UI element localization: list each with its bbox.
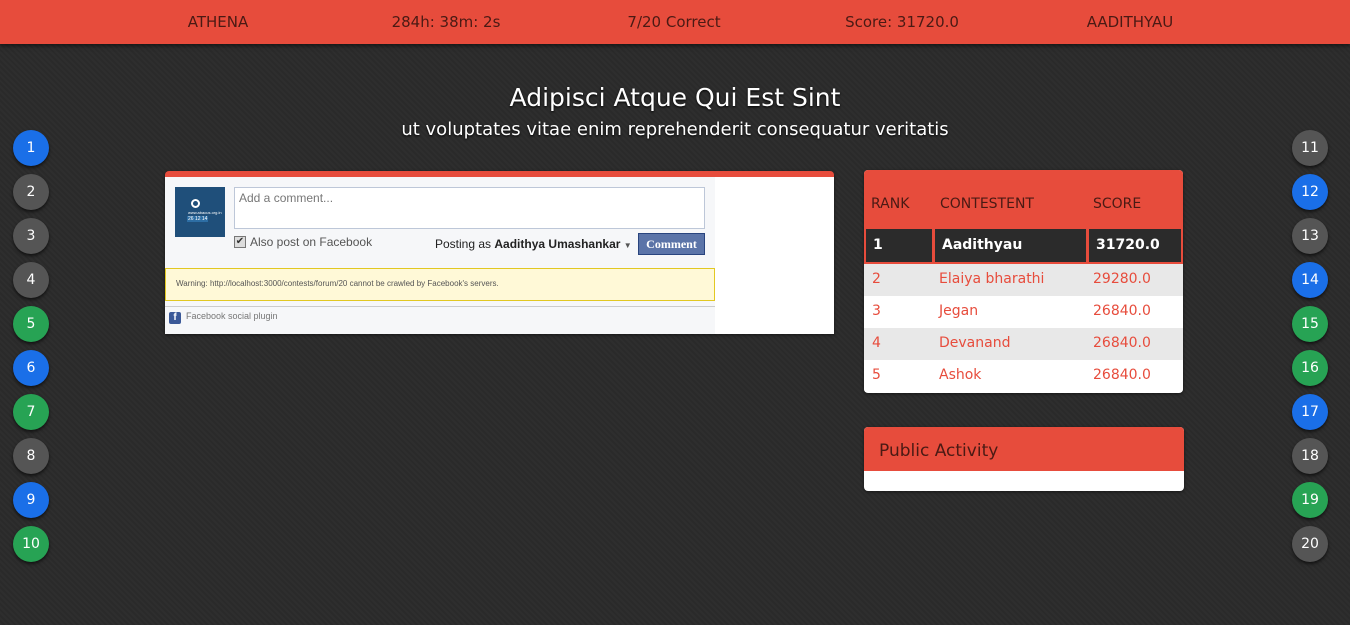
question-button-4[interactable]: 4: [13, 262, 49, 298]
rank-header: RANK: [871, 196, 910, 212]
score-cell: 31720.0: [1089, 229, 1181, 262]
leaderboard-row: 3 Jegan 26840.0: [864, 296, 1183, 328]
question-button-2[interactable]: 2: [13, 174, 49, 210]
contestant-cell: Ashok: [939, 367, 982, 383]
question-button-12[interactable]: 12: [1292, 174, 1328, 210]
plugin-footer: f Facebook social plugin: [165, 306, 715, 334]
question-button-19[interactable]: 19: [1292, 482, 1328, 518]
contestant-cell: Devanand: [939, 335, 1011, 351]
facebook-comments: www.abacus.org.in 26 12 14 Add a comment…: [165, 177, 715, 334]
score-cell: 29280.0: [1093, 271, 1151, 287]
correct-count: 7/20 Correct: [627, 13, 721, 31]
question-button-1[interactable]: 1: [13, 130, 49, 166]
crawl-warning: Warning: http://localhost:3000/contests/…: [165, 268, 715, 301]
question-button-7[interactable]: 7: [13, 394, 49, 430]
contestant-cell: Jegan: [939, 303, 979, 319]
question-button-10[interactable]: 10: [13, 526, 49, 562]
score-cell: 26840.0: [1093, 367, 1151, 383]
posting-as[interactable]: Posting as Aadithya Umashankar ▼: [435, 237, 632, 251]
avatar: www.abacus.org.in 26 12 14: [175, 187, 225, 237]
leaderboard-row: 2 Elaiya bharathi 29280.0: [864, 264, 1183, 296]
rank-cell: 4: [872, 335, 881, 351]
question-button-11[interactable]: 11: [1292, 130, 1328, 166]
posting-as-name: Aadithya Umashankar: [494, 237, 621, 251]
logo-icon: [191, 199, 200, 208]
avatar-date: 26 12 14: [187, 216, 209, 222]
rank-cell: 1: [866, 229, 932, 262]
posting-as-prefix: Posting as: [435, 237, 492, 251]
public-activity-title: Public Activity: [879, 441, 999, 461]
also-post-label: Also post on Facebook: [250, 235, 373, 249]
leaderboard-row-current-user: 1 Aadithyau 31720.0: [864, 227, 1183, 264]
question-title: Adipisci Atque Qui Est Sint: [509, 83, 841, 112]
rank-cell: 3: [872, 303, 881, 319]
username: AADITHYAU: [1086, 13, 1174, 31]
comment-input[interactable]: Add a comment...: [234, 187, 705, 229]
chevron-down-icon: ▼: [623, 241, 632, 250]
plugin-label[interactable]: Facebook social plugin: [186, 311, 278, 321]
score-header: SCORE: [1093, 196, 1142, 212]
question-button-3[interactable]: 3: [13, 218, 49, 254]
rank-cell: 2: [872, 271, 881, 287]
public-activity-panel: Public Activity: [864, 427, 1184, 491]
question-button-13[interactable]: 13: [1292, 218, 1328, 254]
contestant-cell: Aadithyau: [935, 229, 1086, 262]
question-button-18[interactable]: 18: [1292, 438, 1328, 474]
question-button-5[interactable]: 5: [13, 306, 49, 342]
question-subtitle: ut voluptates vitae enim reprehenderit c…: [401, 119, 949, 140]
score-cell: 26840.0: [1093, 335, 1151, 351]
question-button-6[interactable]: 6: [13, 350, 49, 386]
leaderboard-row: 4 Devanand 26840.0: [864, 328, 1183, 360]
comment-button[interactable]: Comment: [638, 233, 705, 255]
comment-panel: www.abacus.org.in 26 12 14 Add a comment…: [165, 171, 834, 334]
score-cell: 26840.0: [1093, 303, 1151, 319]
top-bar: ATHENA 284h: 38m: 2s 7/20 Correct Score:…: [0, 0, 1350, 44]
leaderboard: RANK CONTESTENT SCORE 1 Aadithyau 31720.…: [864, 170, 1183, 393]
public-activity-header: Public Activity: [864, 427, 1184, 471]
question-button-9[interactable]: 9: [13, 482, 49, 518]
question-button-16[interactable]: 16: [1292, 350, 1328, 386]
question-button-17[interactable]: 17: [1292, 394, 1328, 430]
score: Score: 31720.0: [845, 13, 959, 31]
avatar-logo-text: www.abacus.org.in: [188, 210, 222, 215]
contestant-header: CONTESTENT: [940, 196, 1034, 212]
timer: 284h: 38m: 2s: [391, 13, 501, 31]
contest-name: ATHENA: [187, 13, 249, 31]
leaderboard-header: RANK CONTESTENT SCORE: [864, 170, 1183, 227]
question-button-8[interactable]: 8: [13, 438, 49, 474]
contestant-cell: Elaiya bharathi: [939, 271, 1045, 287]
also-post-checkbox[interactable]: ✔: [234, 236, 246, 248]
facebook-icon: f: [169, 312, 181, 324]
leaderboard-row: 5 Ashok 26840.0: [864, 360, 1183, 392]
rank-cell: 5: [872, 367, 881, 383]
question-button-15[interactable]: 15: [1292, 306, 1328, 342]
question-button-20[interactable]: 20: [1292, 526, 1328, 562]
question-button-14[interactable]: 14: [1292, 262, 1328, 298]
